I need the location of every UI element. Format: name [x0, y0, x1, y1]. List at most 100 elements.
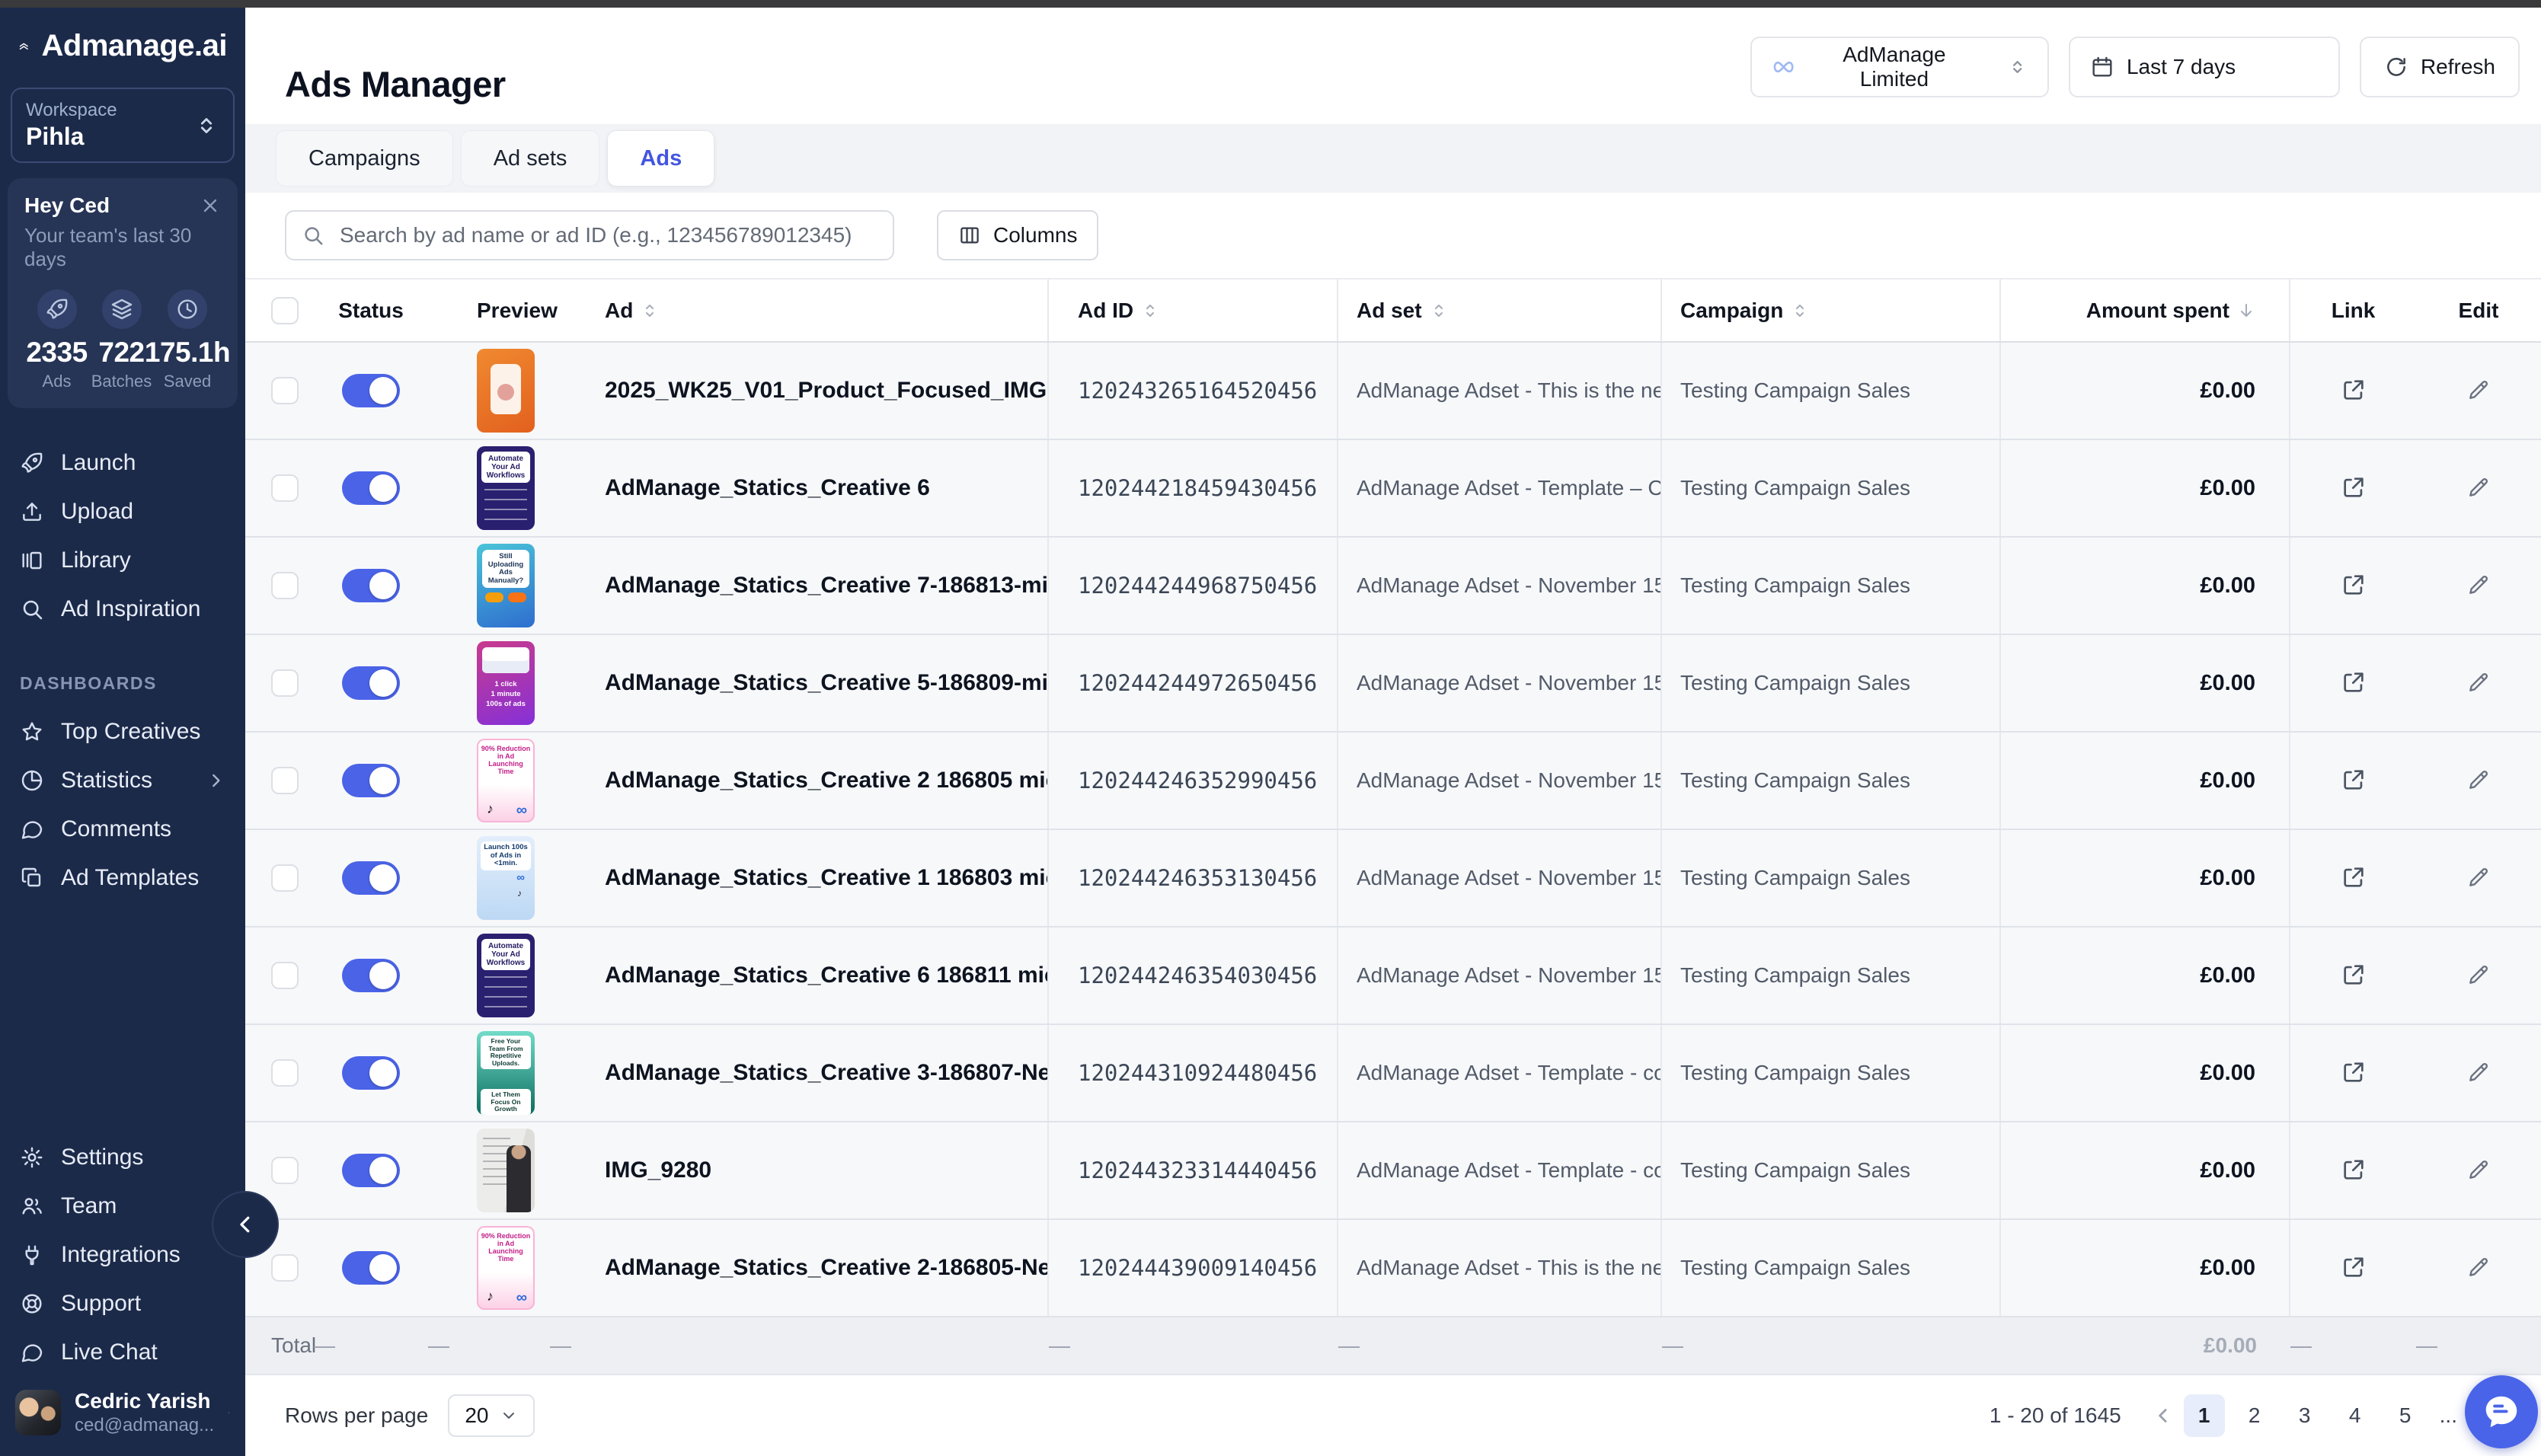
- sidebar-item-comments[interactable]: Comments: [0, 805, 245, 854]
- row-checkbox[interactable]: [271, 767, 299, 794]
- ad-preview-thumbnail[interactable]: [477, 349, 535, 433]
- account-selector[interactable]: AdManage Limited: [1750, 37, 2049, 97]
- edit-button[interactable]: [2463, 375, 2494, 406]
- rows-per-page-select[interactable]: 20: [448, 1394, 534, 1437]
- status-toggle[interactable]: [342, 374, 400, 407]
- header-amount-spent[interactable]: Amount spent: [2001, 279, 2290, 341]
- row-checkbox[interactable]: [271, 474, 299, 502]
- ad-name[interactable]: AdManage_Statics_Creative 2-186805-NewCr…: [605, 1255, 1047, 1281]
- open-link-button[interactable]: [2338, 1058, 2369, 1088]
- page-button-2[interactable]: 2: [2234, 1394, 2275, 1437]
- workspace-selector[interactable]: Workspace Pihla: [11, 88, 235, 163]
- ad-name[interactable]: AdManage_Statics_Creative 1 186803 micka…: [605, 865, 1047, 891]
- header-preview[interactable]: Preview: [428, 279, 550, 341]
- ad-preview-thumbnail[interactable]: Launch 100s of Ads in <1min.: [477, 836, 535, 920]
- edit-button[interactable]: [2463, 863, 2494, 893]
- sidebar-item-live-chat[interactable]: Live Chat: [0, 1328, 245, 1377]
- row-checkbox[interactable]: [271, 1059, 299, 1087]
- row-checkbox[interactable]: [271, 1254, 299, 1282]
- status-toggle[interactable]: [342, 1251, 400, 1285]
- page-button-4[interactable]: 4: [2335, 1394, 2376, 1437]
- row-checkbox[interactable]: [271, 377, 299, 404]
- header-ad[interactable]: Ad: [550, 279, 1049, 341]
- sidebar-item-integrations[interactable]: Integrations: [0, 1231, 245, 1279]
- open-link-button[interactable]: [2338, 570, 2369, 601]
- edit-button[interactable]: [2463, 473, 2494, 503]
- row-checkbox[interactable]: [271, 1157, 299, 1184]
- open-link-button[interactable]: [2338, 765, 2369, 796]
- pagination-ellipsis[interactable]: ...: [2440, 1403, 2457, 1428]
- edit-button[interactable]: [2463, 668, 2494, 698]
- tab-ads[interactable]: Ads: [607, 130, 714, 187]
- date-range-picker[interactable]: Last 7 days: [2069, 37, 2340, 97]
- open-link-button[interactable]: [2338, 668, 2369, 698]
- ad-preview-thumbnail[interactable]: Still Uploading Ads Manually?: [477, 544, 535, 627]
- edit-button[interactable]: [2463, 1058, 2494, 1088]
- ad-name[interactable]: AdManage_Statics_Creative 5-186809-micka…: [605, 670, 1047, 696]
- ad-preview-thumbnail[interactable]: [477, 1129, 535, 1212]
- ad-name[interactable]: AdManage_Statics_Creative 2 186805 micka…: [605, 768, 1047, 793]
- live-chat-fab[interactable]: [2465, 1375, 2538, 1448]
- search-input[interactable]: [285, 210, 894, 260]
- row-checkbox[interactable]: [271, 669, 299, 697]
- sidebar-item-statistics[interactable]: Statistics: [0, 756, 245, 805]
- ad-preview-thumbnail[interactable]: 90% Reduction in Ad Launching Time: [477, 1226, 535, 1310]
- ad-preview-thumbnail[interactable]: Automate Your Ad Workflows: [477, 446, 535, 530]
- sidebar-item-top-creatives[interactable]: Top Creatives: [0, 707, 245, 756]
- status-toggle[interactable]: [342, 471, 400, 505]
- ad-name[interactable]: IMG_9280: [605, 1157, 711, 1183]
- row-checkbox[interactable]: [271, 572, 299, 599]
- header-status[interactable]: Status: [314, 279, 428, 341]
- status-toggle[interactable]: [342, 1056, 400, 1090]
- sidebar-item-support[interactable]: Support: [0, 1279, 245, 1328]
- status-toggle[interactable]: [342, 569, 400, 602]
- ad-name[interactable]: AdManage_Statics_Creative 6: [605, 475, 930, 501]
- status-toggle[interactable]: [342, 861, 400, 895]
- ad-preview-thumbnail[interactable]: 1 click1 minute100s of ads: [477, 641, 535, 725]
- ad-name[interactable]: AdManage_Statics_Creative 3-186807-NewCr…: [605, 1060, 1047, 1086]
- sidebar-item-ad-inspiration[interactable]: Ad Inspiration: [0, 585, 245, 634]
- edit-button[interactable]: [2463, 960, 2494, 991]
- row-checkbox[interactable]: [271, 864, 299, 892]
- sidebar-item-ad-templates[interactable]: Ad Templates: [0, 854, 245, 902]
- sidebar-item-settings[interactable]: Settings: [0, 1133, 245, 1182]
- header-edit[interactable]: Edit: [2416, 279, 2541, 341]
- sidebar-collapse-button[interactable]: [213, 1193, 277, 1256]
- open-link-button[interactable]: [2338, 473, 2369, 503]
- open-link-button[interactable]: [2338, 1155, 2369, 1186]
- tab-ad-sets[interactable]: Ad sets: [461, 130, 600, 187]
- header-campaign[interactable]: Campaign: [1662, 279, 2001, 341]
- edit-button[interactable]: [2463, 765, 2494, 796]
- ad-preview-thumbnail[interactable]: Free Your Team From Repetitive Uploads.L…: [477, 1031, 535, 1115]
- page-button-1[interactable]: 1: [2184, 1394, 2225, 1437]
- tab-campaigns[interactable]: Campaigns: [276, 130, 453, 187]
- row-checkbox[interactable]: [271, 962, 299, 989]
- refresh-button[interactable]: Refresh: [2360, 37, 2520, 97]
- header-link[interactable]: Link: [2290, 279, 2416, 341]
- sidebar-item-upload[interactable]: Upload: [0, 487, 245, 536]
- edit-button[interactable]: [2463, 570, 2494, 601]
- page-button-5[interactable]: 5: [2385, 1394, 2426, 1437]
- status-toggle[interactable]: [342, 666, 400, 700]
- select-all-checkbox[interactable]: [271, 297, 299, 324]
- edit-button[interactable]: [2463, 1155, 2494, 1186]
- open-link-button[interactable]: [2338, 960, 2369, 991]
- status-toggle[interactable]: [342, 1154, 400, 1187]
- sidebar-item-library[interactable]: Library: [0, 536, 245, 585]
- ad-preview-thumbnail[interactable]: Automate Your Ad Workflows: [477, 934, 535, 1017]
- logo[interactable]: Admanage.ai: [0, 8, 245, 68]
- ad-preview-thumbnail[interactable]: 90% Reduction in Ad Launching Time: [477, 739, 535, 822]
- user-profile[interactable]: Cedric Yarish ced@admanag...: [0, 1377, 245, 1456]
- ad-name[interactable]: 2025_WK25_V01_Product_Focused_IMG+TEXT_(: [605, 378, 1047, 404]
- edit-button[interactable]: [2463, 1253, 2494, 1283]
- ad-name[interactable]: AdManage_Statics_Creative 7-186813-micka…: [605, 573, 1047, 599]
- pagination-prev-icon[interactable]: [2152, 1404, 2175, 1427]
- header-ad-set[interactable]: Ad set: [1338, 279, 1662, 341]
- header-ad-id[interactable]: Ad ID: [1049, 279, 1338, 341]
- open-link-button[interactable]: [2338, 375, 2369, 406]
- sidebar-item-launch[interactable]: Launch: [0, 439, 245, 487]
- open-link-button[interactable]: [2338, 863, 2369, 893]
- sidebar-item-team[interactable]: Team: [0, 1182, 245, 1231]
- columns-button[interactable]: Columns: [937, 210, 1098, 260]
- page-button-3[interactable]: 3: [2284, 1394, 2325, 1437]
